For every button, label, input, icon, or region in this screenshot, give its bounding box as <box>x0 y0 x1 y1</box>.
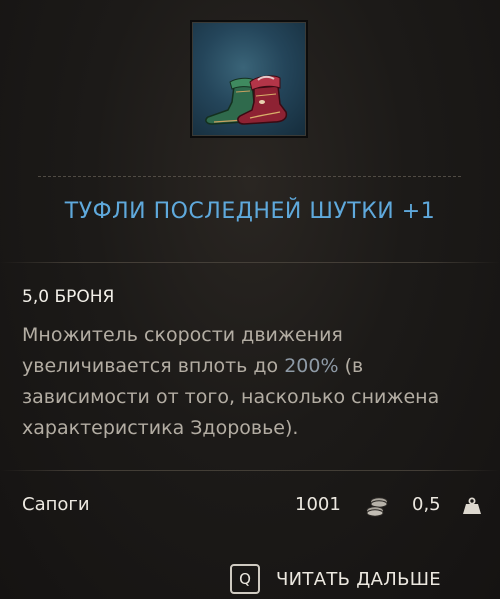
boots-item-icon <box>205 75 288 125</box>
hotkey-badge: Q <box>230 564 260 594</box>
armor-value: 5,0 БРОНЯ <box>22 287 115 307</box>
weight-icon <box>463 497 481 514</box>
divider-middle <box>0 262 500 263</box>
read-more-button[interactable]: Q ЧИТАТЬ ДАЛЬШЕ <box>230 563 441 595</box>
divider-top <box>38 176 462 177</box>
item-type: Сапоги <box>22 494 90 515</box>
item-tooltip: ТУФЛИ ПОСЛЕДНЕЙ ШУТКИ +1 5,0 БРОНЯ Множи… <box>0 0 500 599</box>
description-highlight: 200% <box>284 355 339 377</box>
read-more-label: ЧИТАТЬ ДАЛЬШЕ <box>276 568 441 590</box>
divider-bottom <box>0 470 500 471</box>
item-description: Множитель скорости движения увеличиваетс… <box>22 320 482 444</box>
item-value: 1001 <box>295 494 341 515</box>
item-stats-row: Сапоги 1001 0,5 <box>22 494 482 520</box>
coin-stack-icon <box>366 497 388 517</box>
item-icon-frame <box>190 20 308 138</box>
item-title: ТУФЛИ ПОСЛЕДНЕЙ ШУТКИ +1 <box>64 199 436 224</box>
item-weight: 0,5 <box>412 494 441 515</box>
